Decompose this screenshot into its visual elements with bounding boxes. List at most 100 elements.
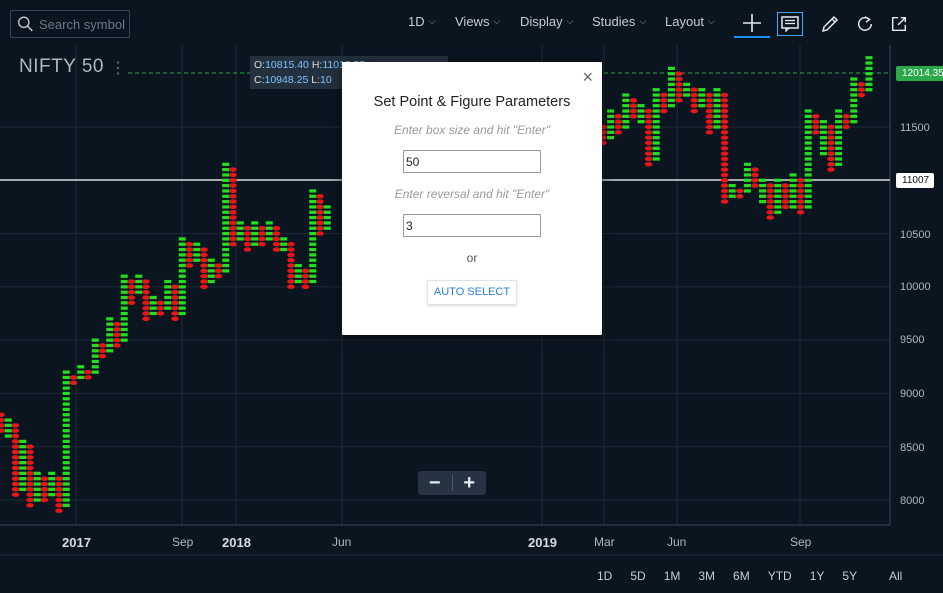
reversal-input[interactable] xyxy=(403,214,541,237)
x-box xyxy=(323,205,331,209)
o-box xyxy=(229,236,237,242)
o-column xyxy=(214,263,223,279)
x-column xyxy=(251,221,259,246)
x-box xyxy=(164,295,172,300)
o-box xyxy=(11,471,20,476)
x-box xyxy=(62,503,70,507)
range-1y[interactable]: 1Y xyxy=(810,569,825,583)
o-box xyxy=(842,114,850,119)
x-box xyxy=(865,66,873,70)
range-5d[interactable]: 5D xyxy=(630,569,645,583)
o-column xyxy=(0,412,5,433)
x-box xyxy=(309,237,317,241)
auto-select-button[interactable]: AUTO SELECT xyxy=(427,280,517,305)
o-box xyxy=(316,204,324,210)
o-box xyxy=(720,146,729,151)
x-box xyxy=(309,205,317,209)
o-box xyxy=(229,242,237,247)
range-5y[interactable]: 5Y xyxy=(842,569,857,583)
or-separator: or xyxy=(466,251,478,265)
y-tick-label: 9500 xyxy=(900,334,925,346)
o-box xyxy=(301,268,310,274)
o-box xyxy=(781,188,790,194)
o-box xyxy=(720,172,729,178)
open-label: O: xyxy=(254,59,266,71)
zoom-out-button[interactable]: − xyxy=(418,471,452,495)
range-1m[interactable]: 1M xyxy=(664,569,681,583)
o-box xyxy=(301,274,310,279)
x-box xyxy=(850,114,858,118)
o-box xyxy=(229,231,237,236)
symbol-title[interactable]: NIFTY 50 xyxy=(19,56,104,78)
x-box xyxy=(789,184,797,188)
x-column xyxy=(607,109,615,140)
x-box xyxy=(865,72,873,76)
x-box xyxy=(759,178,767,182)
x-box xyxy=(178,295,186,300)
o-box xyxy=(796,204,805,210)
x-column xyxy=(149,295,157,316)
box-size-input[interactable] xyxy=(403,150,541,173)
x-box xyxy=(120,311,128,316)
x-box xyxy=(309,215,317,220)
x-box xyxy=(835,141,843,145)
x-box xyxy=(743,168,751,172)
x-box xyxy=(178,242,186,246)
close-icon[interactable]: × xyxy=(582,67,593,88)
o-box xyxy=(272,236,281,242)
x-box xyxy=(804,141,812,145)
x-box xyxy=(222,269,230,273)
range-ytd[interactable]: YTD xyxy=(768,569,792,583)
x-box xyxy=(207,263,215,268)
x-box xyxy=(19,439,27,443)
o-box xyxy=(200,268,208,274)
x-box xyxy=(835,109,843,113)
x-box xyxy=(222,231,230,236)
x-tick-label: Mar xyxy=(594,535,615,549)
o-box xyxy=(113,321,121,327)
x-column xyxy=(637,104,645,124)
x-box xyxy=(120,306,128,310)
x-box xyxy=(743,162,751,166)
x-box xyxy=(789,173,797,177)
x-box xyxy=(850,77,858,81)
x-box xyxy=(309,231,317,236)
o-box xyxy=(11,433,20,439)
o-box xyxy=(11,455,20,460)
x-box xyxy=(309,221,317,225)
x-column xyxy=(19,439,27,491)
range-6m[interactable]: 6M xyxy=(733,569,750,583)
x-box xyxy=(222,242,230,246)
range-1d[interactable]: 1D xyxy=(597,569,612,583)
x-box xyxy=(62,493,70,497)
o-box xyxy=(614,130,622,135)
x-box xyxy=(804,162,812,166)
x-box xyxy=(62,402,70,406)
x-box xyxy=(207,258,215,262)
x-box xyxy=(178,258,186,262)
range-all[interactable]: All xyxy=(889,569,902,583)
o-box xyxy=(781,199,790,204)
x-column xyxy=(91,338,99,374)
x-box xyxy=(713,109,721,113)
o-column xyxy=(84,369,92,380)
symbol-options-icon[interactable]: ⋮ xyxy=(110,58,126,78)
x-box xyxy=(804,146,812,150)
x-box xyxy=(850,88,858,92)
x-box xyxy=(804,178,812,182)
range-3m[interactable]: 3M xyxy=(698,569,715,583)
o-column xyxy=(113,321,121,348)
o-box xyxy=(127,284,136,290)
x-box xyxy=(652,125,660,129)
o-box xyxy=(751,178,759,183)
o-box xyxy=(272,231,281,236)
x-box xyxy=(637,120,645,124)
o-box xyxy=(113,327,121,332)
o-box xyxy=(842,119,850,124)
o-box xyxy=(200,284,208,290)
o-box xyxy=(55,497,63,503)
zoom-in-button[interactable]: + xyxy=(452,471,486,495)
o-column xyxy=(766,183,774,220)
x-column xyxy=(759,178,767,204)
x-box xyxy=(309,253,317,257)
